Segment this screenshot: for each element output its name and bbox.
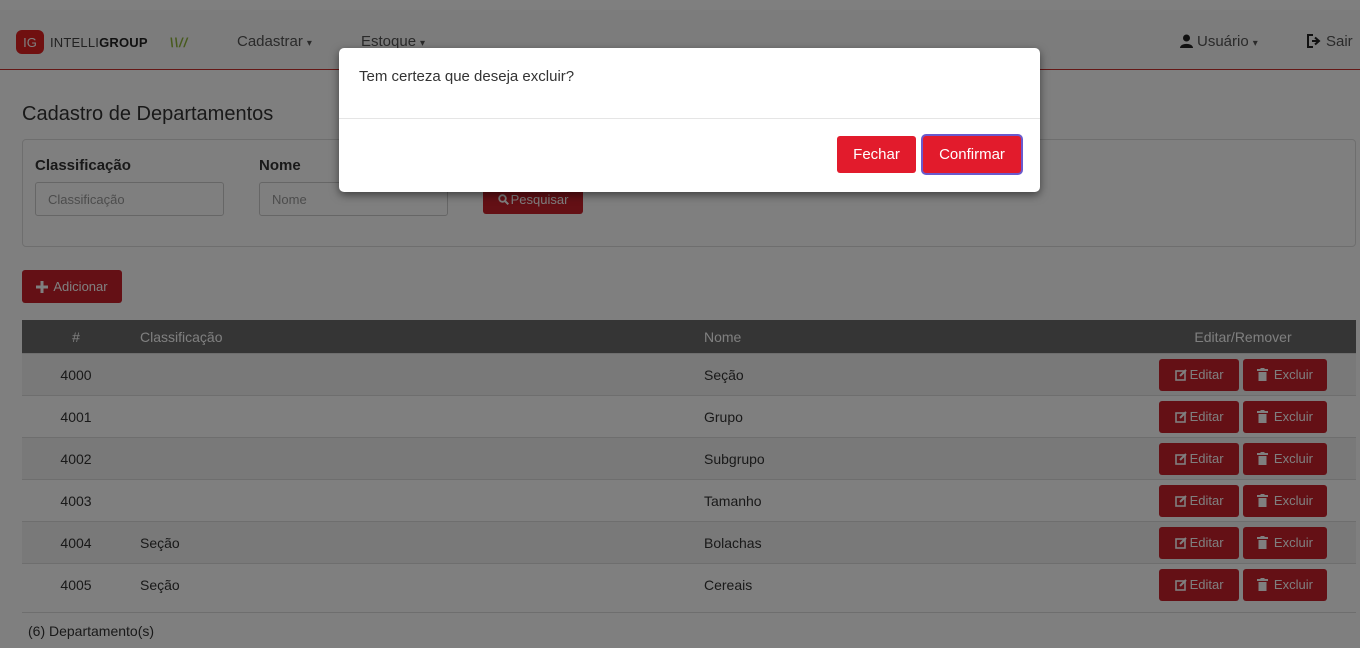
close-button[interactable]: Fechar bbox=[837, 136, 916, 173]
confirm-button[interactable]: Confirmar bbox=[923, 136, 1021, 173]
dialog-divider bbox=[339, 118, 1040, 119]
dialog-message: Tem certeza que deseja excluir? bbox=[359, 68, 575, 85]
confirm-delete-dialog: Tem certeza que deseja excluir? Fechar C… bbox=[339, 48, 1040, 192]
